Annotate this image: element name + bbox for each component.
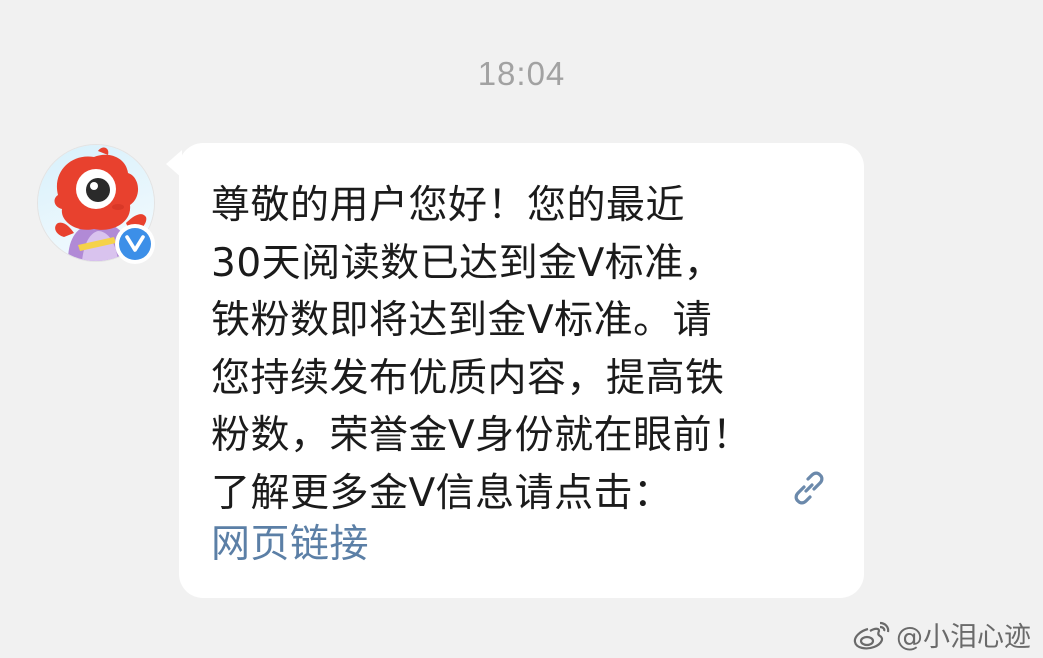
web-link[interactable]: 网页链接	[211, 521, 369, 569]
message-line: 了解更多金V信息请点击：	[211, 470, 673, 516]
message-line: 尊敬的用户您好！您的最近	[211, 183, 686, 228]
watermark-text: @小泪心迹	[896, 622, 1031, 653]
message-body: 尊敬的用户您好！您的最近 30天阅读数已达到金V标准， 铁粉数即将达到金V标准。…	[211, 177, 835, 522]
message-line: 粉数，荣誉金V身份就在眼前！	[211, 413, 752, 458]
verified-v-icon	[119, 228, 151, 260]
verified-badge	[115, 224, 155, 264]
message-line: 30天阅读数已达到金V标准，	[211, 240, 724, 286]
link-icon[interactable]	[789, 468, 829, 508]
message-line: 铁粉数即将达到金V标准。请	[211, 298, 713, 343]
message-line: 您持续发布优质内容，提高铁	[211, 355, 725, 401]
weibo-logo-icon	[853, 621, 890, 649]
message-timestamp: 18:04	[477, 55, 566, 92]
watermark: @小泪心迹	[852, 615, 1031, 654]
